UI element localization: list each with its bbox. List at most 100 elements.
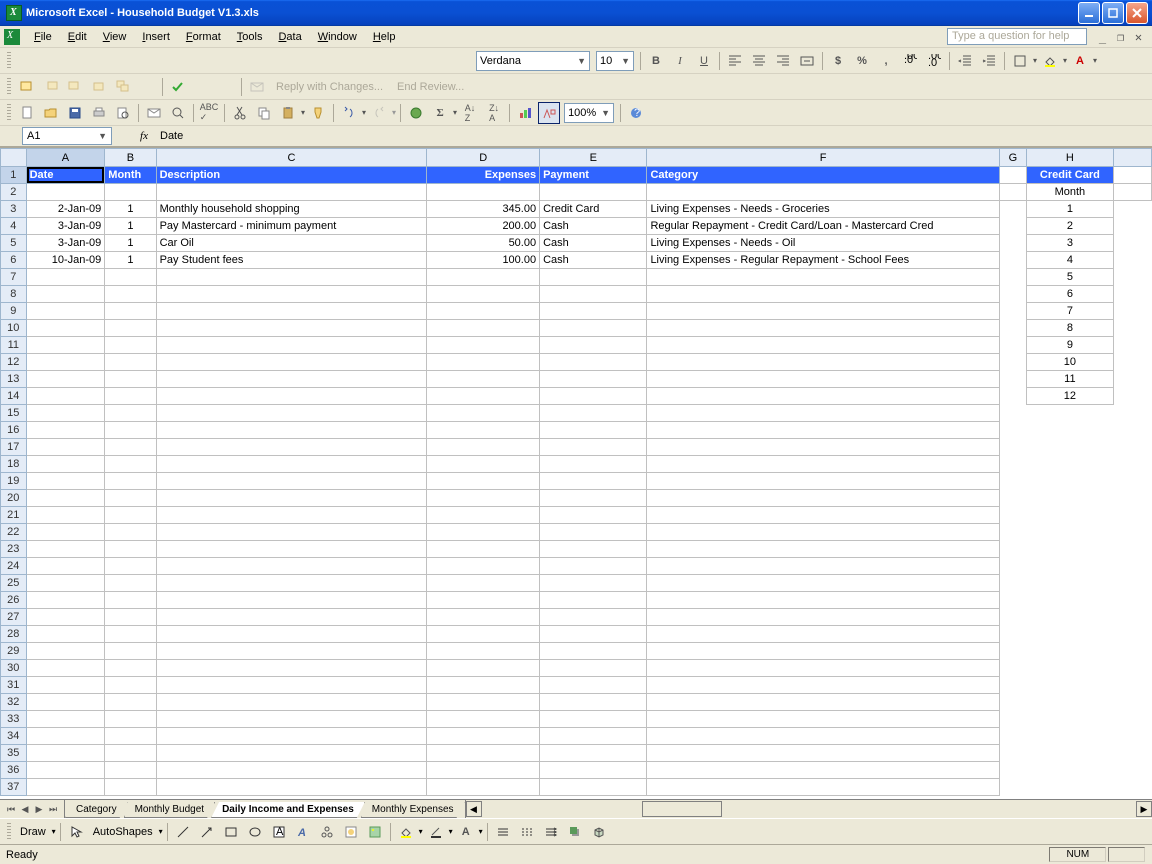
cell-B18[interactable] bbox=[105, 456, 156, 473]
help-icon[interactable]: ? bbox=[625, 102, 647, 124]
cell-C31[interactable] bbox=[156, 677, 427, 694]
draw-menu[interactable]: Draw bbox=[16, 826, 50, 838]
cell-E16[interactable] bbox=[540, 422, 647, 439]
menu-format[interactable]: Format bbox=[178, 29, 229, 45]
tab-next-button[interactable]: ▶ bbox=[32, 802, 46, 816]
cell-H29[interactable] bbox=[1026, 643, 1113, 660]
cell-G20[interactable] bbox=[999, 490, 1026, 507]
comma-style-button[interactable]: , bbox=[875, 50, 897, 72]
3d-icon[interactable] bbox=[588, 821, 610, 843]
cell-E34[interactable] bbox=[540, 728, 647, 745]
cell-C11[interactable] bbox=[156, 337, 427, 354]
cell-A33[interactable] bbox=[26, 711, 105, 728]
row-header-17[interactable]: 17 bbox=[1, 439, 27, 456]
chart-wizard-icon[interactable] bbox=[514, 102, 536, 124]
increase-decimal-button[interactable]: .0.00 bbox=[899, 50, 921, 72]
cell-B16[interactable] bbox=[105, 422, 156, 439]
cell-B7[interactable] bbox=[105, 269, 156, 286]
row-header-9[interactable]: 9 bbox=[1, 303, 27, 320]
cell-B3[interactable]: 1 bbox=[105, 201, 156, 218]
cell-H20[interactable] bbox=[1026, 490, 1113, 507]
cell-B15[interactable] bbox=[105, 405, 156, 422]
rectangle-icon[interactable] bbox=[220, 821, 242, 843]
cell-C2[interactable] bbox=[156, 184, 427, 201]
cell-A29[interactable] bbox=[26, 643, 105, 660]
cell-B12[interactable] bbox=[105, 354, 156, 371]
cell-D27[interactable] bbox=[427, 609, 540, 626]
accept-change-icon[interactable] bbox=[167, 76, 189, 98]
cell-H33[interactable] bbox=[1026, 711, 1113, 728]
cell-B19[interactable] bbox=[105, 473, 156, 490]
cell-G18[interactable] bbox=[999, 456, 1026, 473]
cell-D34[interactable] bbox=[427, 728, 540, 745]
cell-C15[interactable] bbox=[156, 405, 427, 422]
name-box[interactable]: A1▼ bbox=[22, 127, 112, 145]
cell-G30[interactable] bbox=[999, 660, 1026, 677]
cell-F8[interactable] bbox=[647, 286, 999, 303]
cell-F3[interactable]: Living Expenses - Needs - Groceries bbox=[647, 201, 999, 218]
cell-G11[interactable] bbox=[999, 337, 1026, 354]
cell-H4[interactable]: 2 bbox=[1026, 218, 1113, 235]
cell-E21[interactable] bbox=[540, 507, 647, 524]
cell-H23[interactable] bbox=[1026, 541, 1113, 558]
cell-A15[interactable] bbox=[26, 405, 105, 422]
cell-D5[interactable]: 50.00 bbox=[427, 235, 540, 252]
cell-A36[interactable] bbox=[26, 762, 105, 779]
cell-C14[interactable] bbox=[156, 388, 427, 405]
cell-G36[interactable] bbox=[999, 762, 1026, 779]
row-header-20[interactable]: 20 bbox=[1, 490, 27, 507]
cell-C13[interactable] bbox=[156, 371, 427, 388]
cell-E18[interactable] bbox=[540, 456, 647, 473]
cell-B24[interactable] bbox=[105, 558, 156, 575]
align-left-button[interactable] bbox=[724, 50, 746, 72]
cell-E19[interactable] bbox=[540, 473, 647, 490]
doc-close-button[interactable]: ✕ bbox=[1131, 30, 1146, 44]
cell-A21[interactable] bbox=[26, 507, 105, 524]
sheet-tab-monthly-expenses[interactable]: Monthly Expenses bbox=[361, 802, 465, 818]
cell-E15[interactable] bbox=[540, 405, 647, 422]
cell-D37[interactable] bbox=[427, 779, 540, 796]
cell-H35[interactable] bbox=[1026, 745, 1113, 762]
open-file-icon[interactable] bbox=[40, 102, 62, 124]
col-header-E[interactable]: E bbox=[540, 149, 647, 167]
cell-A6[interactable]: 10-Jan-09 bbox=[26, 252, 105, 269]
menu-data[interactable]: Data bbox=[270, 29, 309, 45]
align-right-button[interactable] bbox=[772, 50, 794, 72]
fill-color-icon[interactable] bbox=[395, 821, 417, 843]
merge-center-button[interactable] bbox=[796, 50, 818, 72]
cell-A8[interactable] bbox=[26, 286, 105, 303]
textbox-icon[interactable]: A bbox=[268, 821, 290, 843]
percent-button[interactable]: % bbox=[851, 50, 873, 72]
row-header-31[interactable]: 31 bbox=[1, 677, 27, 694]
cell-H18[interactable] bbox=[1026, 456, 1113, 473]
font-name-combo[interactable]: Verdana▼ bbox=[476, 51, 590, 71]
cell-D26[interactable] bbox=[427, 592, 540, 609]
cell-H24[interactable] bbox=[1026, 558, 1113, 575]
cell-H9[interactable]: 7 bbox=[1026, 303, 1113, 320]
row-header-22[interactable]: 22 bbox=[1, 524, 27, 541]
row-header-5[interactable]: 5 bbox=[1, 235, 27, 252]
col-header-F[interactable]: F bbox=[647, 149, 999, 167]
cell-C6[interactable]: Pay Student fees bbox=[156, 252, 427, 269]
cell-C24[interactable] bbox=[156, 558, 427, 575]
cell-C29[interactable] bbox=[156, 643, 427, 660]
dash-style-icon[interactable] bbox=[516, 821, 538, 843]
cell-E9[interactable] bbox=[540, 303, 647, 320]
cell-F22[interactable] bbox=[647, 524, 999, 541]
cell-H3[interactable]: 1 bbox=[1026, 201, 1113, 218]
cell-D18[interactable] bbox=[427, 456, 540, 473]
cell-E5[interactable]: Cash bbox=[540, 235, 647, 252]
menu-view[interactable]: View bbox=[95, 29, 135, 45]
cell-F36[interactable] bbox=[647, 762, 999, 779]
doc-minimize-button[interactable]: _ bbox=[1095, 30, 1110, 44]
cell-B13[interactable] bbox=[105, 371, 156, 388]
cell-C18[interactable] bbox=[156, 456, 427, 473]
row-header-32[interactable]: 32 bbox=[1, 694, 27, 711]
cell-H8[interactable]: 6 bbox=[1026, 286, 1113, 303]
cell-B26[interactable] bbox=[105, 592, 156, 609]
cell-D17[interactable] bbox=[427, 439, 540, 456]
cell-G8[interactable] bbox=[999, 286, 1026, 303]
row-header-36[interactable]: 36 bbox=[1, 762, 27, 779]
cell-D14[interactable] bbox=[427, 388, 540, 405]
cell-D15[interactable] bbox=[427, 405, 540, 422]
